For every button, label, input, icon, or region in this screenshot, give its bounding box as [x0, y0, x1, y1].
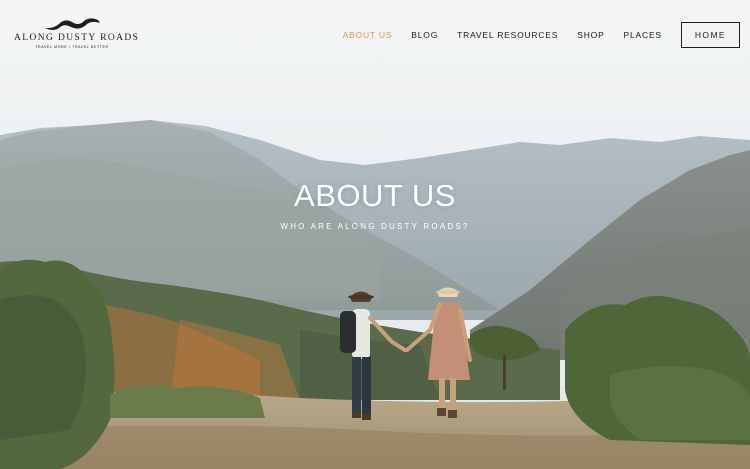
hero-image — [0, 0, 750, 469]
page-title: ABOUT US — [294, 178, 456, 213]
nav-item-travel-resources[interactable]: TRAVEL RESOURCES — [457, 30, 558, 40]
page-subtitle: WHO ARE ALONG DUSTY ROADS? — [280, 222, 470, 231]
brand-tagline: TRAVEL MORE • TRAVEL BETTER — [35, 45, 109, 49]
nav-item-places[interactable]: PLACES — [624, 30, 662, 40]
main-nav: ABOUT US BLOG TRAVEL RESOURCES SHOP PLAC… — [343, 22, 740, 48]
nav-item-about-us[interactable]: ABOUT US — [343, 30, 393, 40]
hero-heading: ABOUT US WHO ARE ALONG DUSTY ROADS? — [0, 178, 750, 231]
brand-name: ALONG DUSTY ROADS — [14, 33, 140, 43]
nav-item-blog[interactable]: BLOG — [411, 30, 438, 40]
hero-landscape-illustration — [0, 0, 750, 469]
home-button[interactable]: HOME — [680, 22, 740, 48]
brand-logo[interactable]: ALONG DUSTY ROADS TRAVEL MORE • TRAVEL B… — [14, 14, 140, 49]
road-swoosh-icon — [45, 18, 100, 30]
nav-item-shop[interactable]: SHOP — [577, 30, 604, 40]
